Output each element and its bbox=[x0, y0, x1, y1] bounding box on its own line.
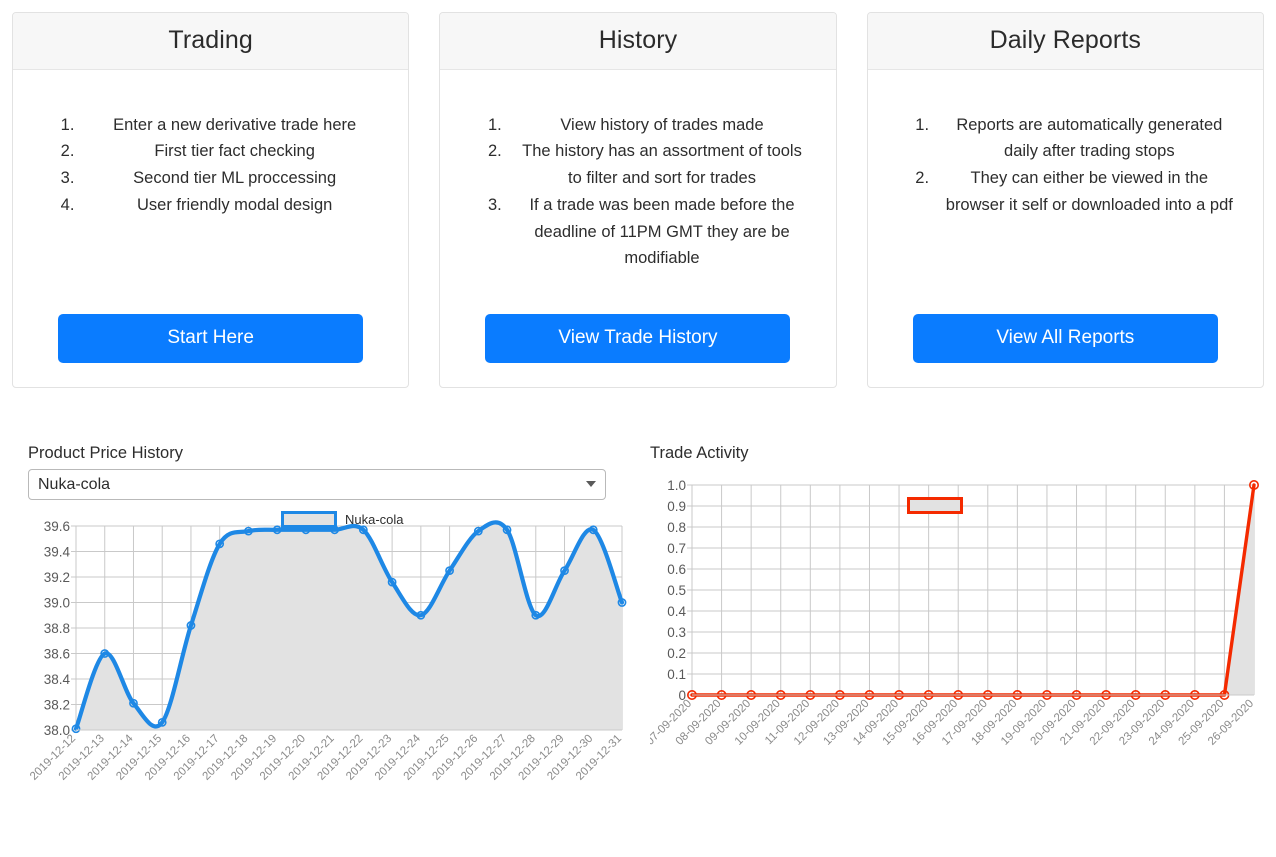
card-trading: Trading Enter a new derivative trade her… bbox=[12, 12, 410, 388]
charts-row: Product Price History Nuka-cola Nuka-col… bbox=[0, 444, 1276, 830]
list-item: Enter a new derivative trade here bbox=[79, 112, 382, 139]
card-history-title: History bbox=[598, 26, 678, 54]
svg-text:0.6: 0.6 bbox=[667, 562, 686, 577]
price-chart-legend: Nuka-cola bbox=[281, 511, 404, 529]
legend-label: Nuka-cola bbox=[345, 512, 404, 528]
svg-text:38.8: 38.8 bbox=[44, 621, 70, 636]
list-item: First tier fact checking bbox=[79, 138, 382, 165]
card-daily-reports: Daily Reports Reports are automatically … bbox=[866, 12, 1264, 388]
svg-text:0.9: 0.9 bbox=[667, 499, 686, 514]
card-history: History View history of trades made The … bbox=[439, 12, 837, 388]
card-trading-title: Trading bbox=[168, 26, 253, 54]
card-trading-steps: Enter a new derivative trade here First … bbox=[31, 112, 390, 219]
svg-text:38.6: 38.6 bbox=[44, 647, 70, 662]
svg-text:39.6: 39.6 bbox=[44, 519, 70, 534]
legend-swatch-icon bbox=[281, 511, 337, 529]
svg-text:0.5: 0.5 bbox=[667, 583, 686, 598]
feature-cards-row: Trading Enter a new derivative trade her… bbox=[0, 0, 1276, 388]
card-history-steps: View history of trades made The history … bbox=[458, 112, 817, 272]
view-all-reports-button[interactable]: View All Reports bbox=[912, 314, 1218, 363]
activity-chart-holder: 0 0.1 0.2 0.3 0.4 0.5 0.6 0.7 0.8 0.9 1.0 07-09-202… bbox=[650, 475, 1264, 805]
legend-swatch-icon bbox=[907, 497, 964, 515]
list-item: They can either be viewed in the browser… bbox=[934, 165, 1237, 218]
trade-activity-label: Trade Activity bbox=[650, 444, 749, 462]
product-price-history-label: Product Price History bbox=[28, 444, 183, 462]
card-daily-reports-header: Daily Reports bbox=[867, 13, 1263, 70]
product-select[interactable]: Nuka-cola bbox=[28, 469, 606, 501]
trade-activity-chart[interactable]: 00.10.20.30.40.50.60.70.80.91.007-09-202… bbox=[650, 475, 1260, 805]
trade-activity-block: Trade Activity 0 0.1 0.2 0.3 0.4 0.5 0.6 0.7 0.8… bbox=[650, 444, 1264, 830]
svg-text:0.7: 0.7 bbox=[667, 541, 686, 556]
card-daily-reports-body: Reports are automatically generated dail… bbox=[868, 70, 1263, 387]
svg-text:0.3: 0.3 bbox=[667, 625, 686, 640]
list-item: User friendly modal design bbox=[79, 192, 382, 219]
svg-text:39.2: 39.2 bbox=[44, 570, 70, 585]
svg-text:0.8: 0.8 bbox=[667, 520, 686, 535]
product-price-history-block: Product Price History Nuka-cola Nuka-col… bbox=[28, 444, 632, 830]
card-trading-header: Trading bbox=[13, 13, 409, 70]
list-item: Second tier ML proccessing bbox=[79, 165, 382, 192]
svg-text:0.1: 0.1 bbox=[667, 667, 686, 682]
card-history-header: History bbox=[440, 13, 836, 70]
product-select-wrap[interactable]: Nuka-cola bbox=[28, 469, 606, 501]
svg-text:1.0: 1.0 bbox=[667, 478, 686, 493]
price-chart-holder: Nuka-cola 38.0 38.2 38.4 38.6 38.8 39.0 39.2 39… bbox=[28, 500, 632, 830]
svg-text:38.2: 38.2 bbox=[44, 698, 70, 713]
card-daily-reports-steps: Reports are automatically generated dail… bbox=[886, 112, 1245, 219]
activity-chart-legend bbox=[907, 497, 971, 515]
dashboard-page: Trading Enter a new derivative trade her… bbox=[0, 0, 1276, 857]
list-item: The history has an assortment of tools t… bbox=[506, 138, 809, 191]
list-item: Reports are automatically generated dail… bbox=[934, 112, 1237, 165]
card-daily-reports-title: Daily Reports bbox=[989, 26, 1141, 54]
list-item: If a trade was been made before the dead… bbox=[506, 192, 809, 272]
list-item: View history of trades made bbox=[506, 112, 809, 139]
svg-text:0.4: 0.4 bbox=[667, 604, 686, 619]
view-trade-history-button[interactable]: View Trade History bbox=[485, 314, 791, 363]
card-trading-body: Enter a new derivative trade here First … bbox=[13, 70, 408, 387]
svg-text:39.0: 39.0 bbox=[44, 596, 70, 611]
svg-text:38.4: 38.4 bbox=[44, 672, 71, 687]
svg-text:0.2: 0.2 bbox=[667, 646, 686, 661]
svg-text:39.4: 39.4 bbox=[44, 545, 71, 560]
price-chart[interactable]: 38.038.238.438.638.839.039.239.439.62019… bbox=[28, 500, 628, 830]
card-history-body: View history of trades made The history … bbox=[440, 70, 835, 387]
start-here-button[interactable]: Start Here bbox=[58, 314, 364, 363]
